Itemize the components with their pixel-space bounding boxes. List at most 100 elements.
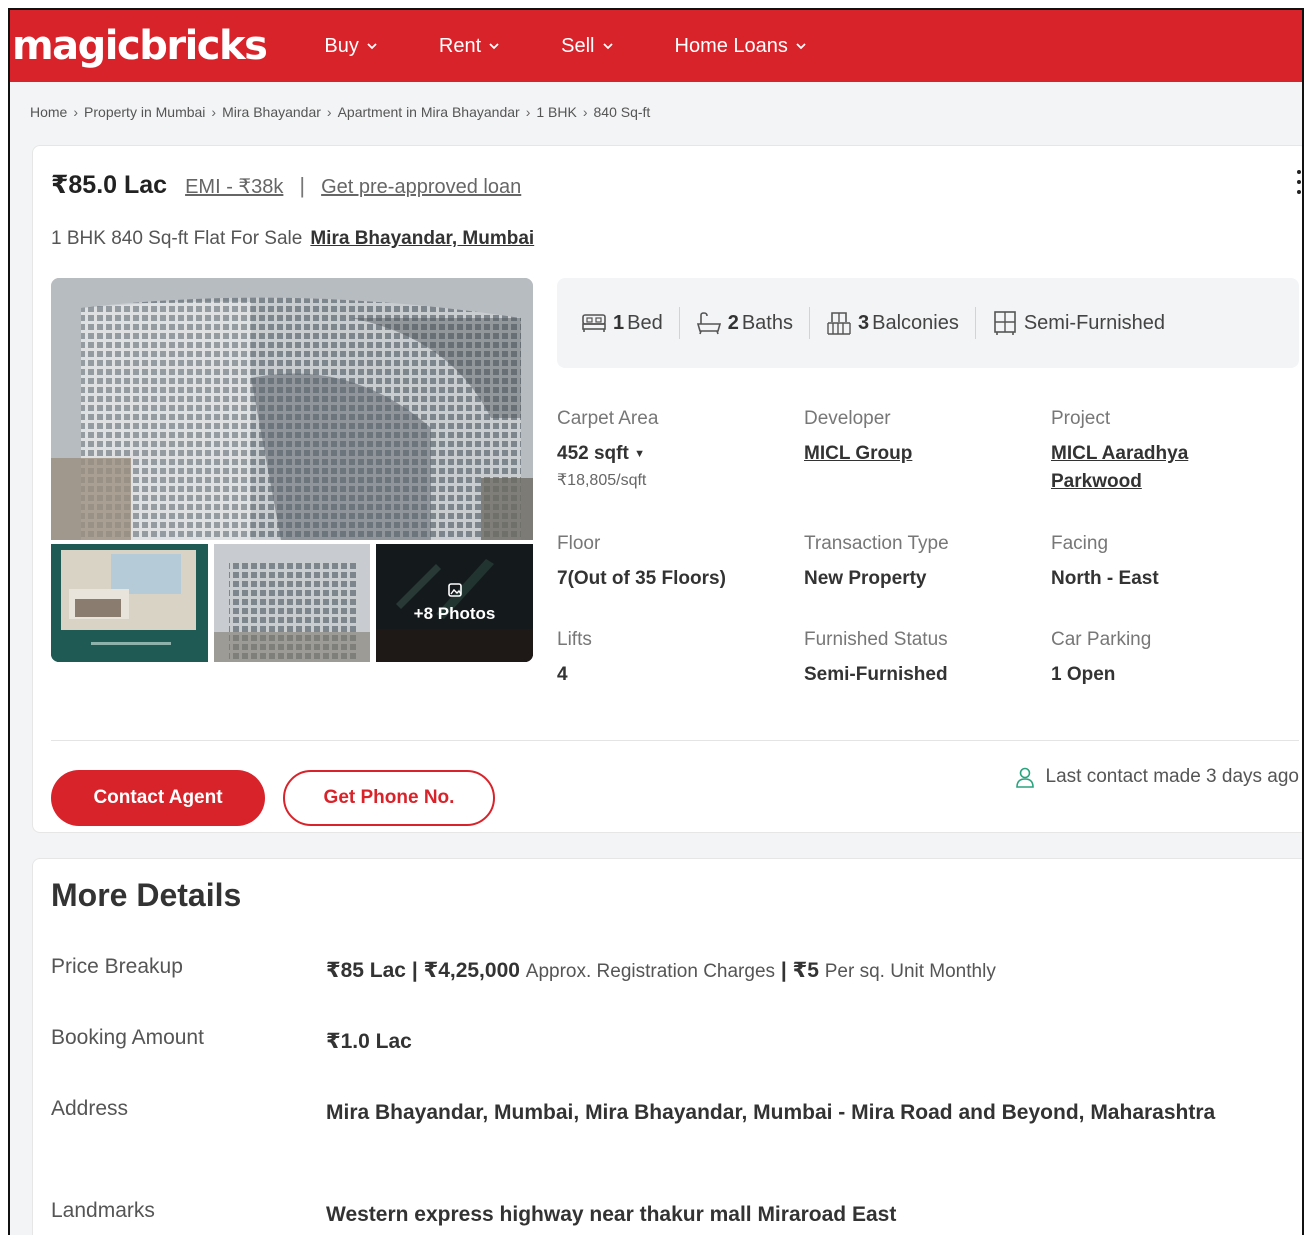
balcony-icon (827, 312, 851, 335)
nav-buy-label: Buy (324, 34, 359, 57)
attr-project: Project MICL Aaradhya Parkwood (1051, 408, 1231, 496)
more-photos-thumbnail[interactable]: +8 Photos (376, 544, 533, 662)
feature-furnishing: Semi-Furnished (976, 310, 1181, 336)
detail-row-address: Address Mira Bhayandar, Mumbai, Mira Bha… (51, 1097, 1301, 1167)
breadcrumb-bhk[interactable]: 1 BHK (536, 104, 576, 120)
photo-thumbnail-interior[interactable] (51, 544, 208, 662)
chevron-down-icon (489, 43, 499, 50)
breakup-price: ₹85 Lac (326, 959, 406, 982)
furniture-icon (994, 311, 1016, 335)
registration-note: Approx. Registration Charges (525, 961, 776, 982)
breadcrumb-separator: › (525, 104, 531, 120)
breakup-registration: ₹4,25,000 (423, 959, 520, 982)
attr-label: Transaction Type (804, 533, 949, 554)
last-contact-info: Last contact made 3 days ago (1014, 766, 1300, 788)
more-options-icon[interactable] (1295, 170, 1302, 200)
attr-label: Lifts (557, 629, 592, 650)
nav-sell[interactable]: Sell (561, 34, 613, 58)
get-phone-button[interactable]: Get Phone No. (283, 770, 495, 826)
booking-value: ₹1.0 Lac (326, 1030, 412, 1053)
bath-icon (696, 312, 721, 335)
more-details-heading: More Details (51, 877, 242, 913)
attr-label: Car Parking (1051, 629, 1152, 650)
more-photos-count: +8 Photos (413, 604, 496, 623)
breadcrumb-apartment[interactable]: Apartment in Mira Bhayandar (338, 104, 520, 120)
nav-home-loans[interactable]: Home Loans (675, 35, 806, 58)
contact-agent-button[interactable]: Contact Agent (51, 770, 265, 826)
attr-transaction-type: Transaction Type New Property (804, 533, 1034, 593)
pre-approved-loan-link[interactable]: Get pre-approved loan (321, 176, 521, 199)
feature-bath: 2 Baths (680, 311, 809, 335)
detail-label: Price Breakup (51, 955, 183, 978)
furnishing-label: Semi-Furnished (1023, 311, 1166, 334)
bath-count: 2 (727, 311, 739, 334)
detail-label: Landmarks (51, 1199, 155, 1222)
chevron-down-icon (367, 43, 377, 50)
nav-sell-label: Sell (561, 34, 595, 57)
breadcrumb-area: 840 Sq-ft (593, 104, 651, 120)
browser-frame: magicbricks Buy Rent Sell Home Loans Hom… (8, 8, 1304, 1235)
nav-home-loans-label: Home Loans (674, 34, 788, 57)
landmarks-value: Western express highway near thakur mall… (326, 1203, 897, 1226)
detail-row-price-breakup: Price Breakup ₹85 Lac | ₹4,25,000 Approx… (51, 955, 1301, 995)
building-illustration (51, 278, 533, 540)
attr-floor: Floor 7(Out of 35 Floors) (557, 533, 787, 593)
emi-link[interactable]: EMI - ₹38k (185, 174, 283, 199)
location-link[interactable]: Mira Bhayandar, Mumbai (310, 228, 534, 249)
feature-balcony: 3 Balconies (810, 310, 975, 336)
project-link[interactable]: MICL Aaradhya Parkwood (1051, 440, 1231, 496)
detail-label: Address (51, 1097, 129, 1120)
top-navbar: magicbricks Buy Rent Sell Home Loans (10, 10, 1302, 82)
carpet-area-value: 452 sqft (557, 443, 629, 465)
attr-carpet-area: Carpet Area 452 sqft ▼ ₹18,805/sqft (557, 408, 787, 490)
attr-furnished-status: Furnished Status Semi-Furnished (804, 629, 1034, 689)
magicbricks-logo[interactable]: magicbricks (12, 23, 268, 69)
breadcrumb: Home › Property in Mumbai › Mira Bhayand… (10, 82, 1302, 142)
breadcrumb-home[interactable]: Home (30, 104, 67, 120)
gallery-icon (447, 583, 462, 597)
detail-label: Booking Amount (51, 1026, 204, 1049)
breadcrumb-separator: › (326, 104, 332, 120)
more-photos-overlay: +8 Photos (376, 544, 533, 662)
floor-value: 7(Out of 35 Floors) (557, 568, 726, 589)
chevron-down-icon (796, 43, 806, 50)
developer-link[interactable]: MICL Group (804, 440, 1034, 468)
parking-value: 1 Open (1051, 664, 1116, 685)
bed-count: 1 (613, 311, 625, 334)
card-divider (51, 740, 1299, 741)
attr-label: Carpet Area (557, 408, 659, 429)
maintenance-note: Per sq. Unit Monthly (824, 961, 996, 982)
detail-row-landmarks: Landmarks Western express highway near t… (51, 1199, 1301, 1235)
price-per-sqft: ₹18,805/sqft (557, 472, 647, 490)
attr-car-parking: Car Parking 1 Open (1051, 629, 1281, 689)
listing-subtitle: 1 BHK 840 Sq-ft Flat For Sale Mira Bhayan… (51, 228, 534, 250)
address-value: Mira Bhayandar, Mumbai, Mira Bhayandar, … (326, 1101, 1216, 1124)
breadcrumb-separator: › (73, 104, 79, 120)
breadcrumb-property-in-mumbai[interactable]: Property in Mumbai (84, 104, 205, 120)
feature-bed: 1 Bed (565, 312, 679, 335)
furnished-value: Semi-Furnished (804, 664, 948, 685)
attr-label: Furnished Status (804, 629, 948, 650)
lifts-value: 4 (557, 664, 568, 685)
breadcrumb-mira-bhayandar[interactable]: Mira Bhayandar (222, 104, 321, 120)
user-icon (1015, 767, 1034, 788)
photo-thumbnail-building[interactable] (214, 544, 370, 662)
attr-label: Floor (557, 533, 601, 554)
last-contact-text: Last contact made 3 days ago (1045, 766, 1300, 787)
price-breakup-value: ₹85 Lac | ₹4,25,000 Approx. Registration… (326, 959, 996, 982)
property-main-image[interactable] (51, 278, 533, 540)
attr-lifts: Lifts 4 (557, 629, 787, 689)
bed-icon (582, 314, 606, 332)
bed-label: Bed (627, 311, 663, 334)
attr-label: Facing (1051, 533, 1109, 554)
nav-rent[interactable]: Rent (439, 35, 499, 58)
facing-value: North - East (1051, 568, 1159, 589)
price-row: ₹85.0 Lac EMI - ₹38k | Get pre-approved … (51, 170, 521, 200)
breadcrumb-separator: › (211, 104, 217, 120)
attr-developer: Developer MICL Group (804, 408, 1034, 468)
attr-facing: Facing North - East (1051, 533, 1281, 593)
caret-down-icon: ▼ (634, 448, 645, 460)
attr-label: Developer (804, 408, 891, 429)
nav-buy[interactable]: Buy (324, 34, 377, 58)
carpet-area-value-row[interactable]: 452 sqft ▼ (557, 440, 787, 468)
